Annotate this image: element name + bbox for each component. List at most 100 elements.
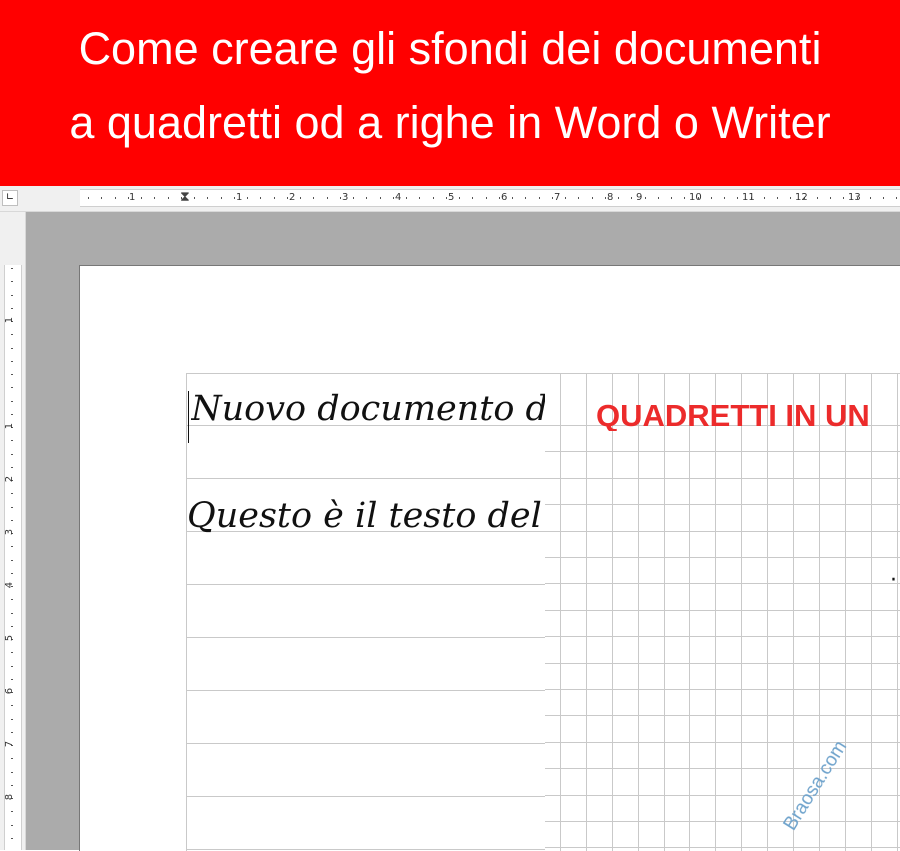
horizontal-ruler[interactable]: ∟ 1 1 2 3 4 5 6 7 8 9 10 11 12 13 ⧗: [0, 186, 900, 212]
ruler-tick: [525, 197, 526, 199]
ruler-tick: [11, 268, 13, 269]
ruler-tick: [353, 197, 354, 199]
ruler-tick: [830, 197, 831, 199]
ruler-tick: [631, 197, 632, 199]
ruler-tick: [11, 666, 13, 667]
ruler-tick: [565, 197, 566, 199]
ruler-number: 8: [607, 192, 614, 203]
ruler-tick: [11, 613, 13, 614]
ruler-tick: [11, 599, 13, 600]
grid-line-horizontal: [545, 742, 900, 743]
ruler-tick: [645, 197, 646, 199]
grid-line-vertical: [793, 373, 794, 851]
ruler-tick: [11, 308, 13, 309]
ruler-tick: [11, 560, 13, 561]
ruler-tick: [578, 197, 579, 199]
ruler-tick: [300, 197, 301, 199]
grid-line-vertical: [689, 373, 690, 851]
ruler-tick: [459, 197, 460, 199]
ruler-number: 9: [636, 192, 643, 203]
banner-title-line-2: a quadretti od a righe in Word o Writer: [69, 97, 831, 148]
ruler-tick: [11, 679, 13, 680]
ruler-tick: [737, 197, 738, 199]
grid-line-vertical: [871, 373, 872, 851]
ruler-tick: [870, 197, 871, 199]
grid-line-horizontal: [545, 610, 900, 611]
ruler-tick: [11, 838, 13, 839]
ruler-tick: [419, 197, 420, 199]
grid-line-horizontal: [545, 478, 900, 479]
indent-marker-icon[interactable]: ⧗: [180, 190, 190, 204]
ruler-tick: [883, 197, 884, 199]
ruler-tick: [313, 197, 314, 199]
ruler-tick: [11, 295, 13, 296]
ruler-number: 7: [4, 740, 16, 748]
grid-line-vertical: [845, 373, 846, 851]
ruler-tick: [234, 197, 235, 199]
ruler-tick: [658, 197, 659, 199]
vertical-ruler-scale[interactable]: [4, 265, 22, 850]
ruler-tick: [380, 197, 381, 199]
ruler-tick: [11, 401, 13, 402]
ruler-number: 10: [689, 192, 702, 203]
ruler-tick: [11, 348, 13, 349]
tab-stop-icon[interactable]: ∟: [2, 190, 18, 206]
ruler-tick: [592, 197, 593, 199]
ruler-tick: [11, 361, 13, 362]
ruler-tick: [499, 197, 500, 199]
ruler-tick: [817, 197, 818, 199]
ruler-tick: [141, 197, 142, 199]
grid-line-horizontal: [545, 557, 900, 558]
ruler-tick: [11, 454, 13, 455]
lined-paper-rule: [186, 478, 545, 479]
lined-paper-rule: [186, 743, 545, 744]
ruler-tick: [11, 493, 13, 494]
ruler-number: 1: [236, 192, 243, 203]
ruler-number: 8: [4, 793, 16, 801]
grid-line-vertical: [612, 373, 613, 851]
grid-line-horizontal: [545, 821, 900, 822]
grid-line-vertical: [664, 373, 665, 851]
grid-line-horizontal: [545, 689, 900, 690]
grid-line-vertical: [741, 373, 742, 851]
ruler-tick: [247, 197, 248, 199]
grid-line-horizontal: [545, 636, 900, 637]
ruler-tick: [11, 334, 13, 335]
ruler-tick: [896, 197, 897, 199]
ruler-tick: [287, 197, 288, 199]
ruler-tick: [671, 197, 672, 199]
ruler-tick: [327, 197, 328, 199]
ruler-tick: [11, 374, 13, 375]
ruler-tick: [552, 197, 553, 199]
grid-line-horizontal: [545, 451, 900, 452]
ruler-number: 4: [395, 192, 402, 203]
ruler-tick: [11, 507, 13, 508]
banner-title-line-1: Come creare gli sfondi dei documenti: [78, 23, 822, 74]
ruler-tick: [366, 197, 367, 199]
document-page[interactable]: Nuovo documento di Questo è il testo del…: [79, 265, 900, 851]
title-banner: Come creare gli sfondi dei documenti a q…: [0, 0, 900, 186]
grid-line-vertical: [767, 373, 768, 851]
ruler-tick: [446, 197, 447, 199]
grid-line-horizontal: [545, 715, 900, 716]
lined-document-body-text: Questo è il testo del s: [187, 499, 545, 534]
ruler-number: 12: [795, 192, 808, 203]
grid-line-horizontal: [545, 504, 900, 505]
ruler-tick: [11, 772, 13, 773]
ruler-tick: [406, 197, 407, 199]
grid-line-horizontal: [545, 768, 900, 769]
vertical-ruler[interactable]: 1 1 2 3 4 5 6 7 8: [0, 212, 26, 850]
ruler-tick: [11, 811, 13, 812]
ruler-tick: [11, 520, 13, 521]
ruler-tick: [340, 197, 341, 199]
ruler-tick: [486, 197, 487, 199]
ruler-tick: [605, 197, 606, 199]
grid-document-heading: QUADRETTI IN UN: [596, 400, 870, 431]
ruler-tick: [11, 281, 13, 282]
ruler-tick: [194, 197, 195, 199]
ruler-tick: [154, 197, 155, 199]
ruler-tick: [11, 387, 13, 388]
grid-line-horizontal: [545, 583, 900, 584]
lined-document-title: Nuovo documento di: [191, 392, 545, 427]
ruler-tick: [11, 652, 13, 653]
